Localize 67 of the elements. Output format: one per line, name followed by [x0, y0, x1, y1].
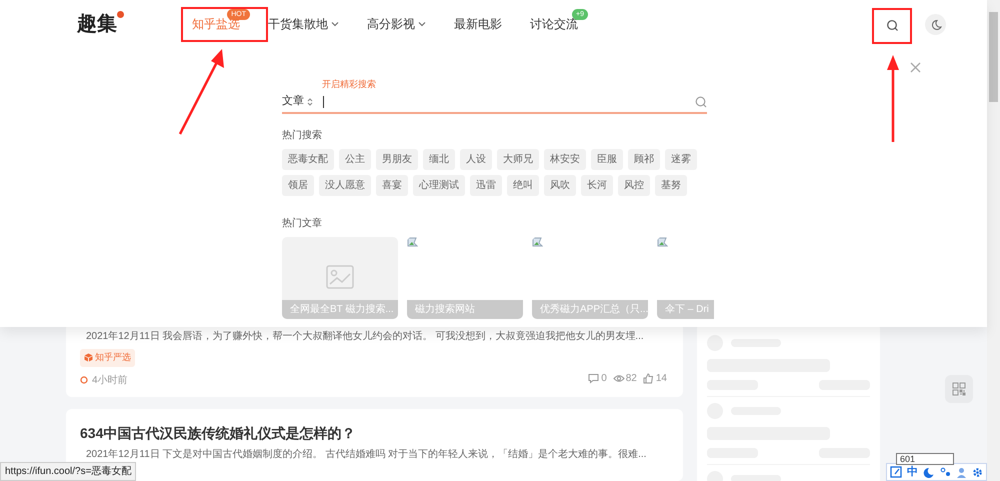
- search-tag[interactable]: 没人愿意: [319, 174, 371, 196]
- nav-link[interactable]: 高分影视: [359, 12, 434, 36]
- search-tag[interactable]: 迷雾: [665, 148, 697, 170]
- search-tag[interactable]: 长河: [581, 174, 613, 196]
- scope-select[interactable]: 文章: [282, 93, 317, 110]
- search-tag[interactable]: 公主: [339, 148, 371, 170]
- scrollbar[interactable]: [987, 0, 1000, 481]
- search-tag[interactable]: 顾祁: [628, 148, 660, 170]
- search-tag[interactable]: 大师兄: [497, 148, 539, 170]
- tooltip: 601: [896, 453, 954, 465]
- scrollbar-thumb[interactable]: [989, 12, 998, 102]
- field-label: 开启精彩搜索: [322, 78, 377, 91]
- search-tag[interactable]: 臣服: [591, 148, 623, 170]
- settings-icon[interactable]: [972, 466, 984, 478]
- user-icon[interactable]: [956, 466, 967, 478]
- post-title[interactable]: 634中国古代汉民族传统婚礼仪式是怎样的？: [80, 423, 667, 444]
- status-url: https://ifun.cool/?s=恶毒女配: [0, 462, 136, 481]
- post-excerpt: 2021年12月11日 我会唇语，为了赚外快，帮一个大叔翻译他女儿约会的对话。 可我没想到，大叔竟强迫我把他女儿的男友埋...: [85, 330, 645, 344]
- moon-icon: [930, 18, 942, 30]
- nav-link[interactable]: 干货集散地: [260, 12, 347, 36]
- pen-icon[interactable]: [890, 466, 902, 478]
- input-mode[interactable]: 中: [906, 464, 918, 480]
- search-tag[interactable]: 领居: [282, 174, 314, 196]
- circle-icon: [80, 376, 88, 384]
- search-button[interactable]: [884, 17, 900, 33]
- view-count: 82: [626, 372, 637, 386]
- close-icon: [910, 62, 920, 72]
- eye-icon: [612, 373, 625, 384]
- post-time: 4小时前: [92, 374, 128, 388]
- search-tag[interactable]: 绝叫: [507, 174, 539, 196]
- box-icon: [84, 353, 93, 362]
- search-field[interactable]: 文章: [282, 92, 707, 114]
- search-icon: [695, 96, 707, 108]
- search-tag[interactable]: 恶毒女配: [282, 148, 334, 170]
- search-tag[interactable]: 心理测试: [413, 174, 465, 196]
- search-tag[interactable]: 风吹: [544, 174, 576, 196]
- moon-icon[interactable]: [923, 466, 934, 478]
- search-tag[interactable]: 风控: [618, 174, 650, 196]
- section-title: 热门文章: [282, 216, 323, 230]
- search-tag[interactable]: 喜宴: [376, 174, 408, 196]
- broken-image-icon: [532, 236, 543, 248]
- search-icon: [886, 19, 898, 31]
- search-tag[interactable]: 人设: [460, 148, 492, 170]
- comment-icon: [588, 373, 600, 384]
- broken-image-icon: [657, 236, 668, 248]
- image-placeholder-icon: [326, 264, 354, 288]
- broken-image-icon: [407, 236, 418, 248]
- search-tag[interactable]: 基努: [655, 174, 687, 196]
- highlight-box: [872, 8, 912, 44]
- comment-count: 0: [601, 372, 607, 386]
- nav-link[interactable]: 最新电影: [446, 12, 510, 36]
- text-cursor: [323, 96, 324, 108]
- punctuation-icon[interactable]: [940, 466, 951, 478]
- site-logo[interactable]: 趣集: [77, 8, 124, 40]
- post-excerpt: 2021年12月11日 下文是对中国古代婚姻制度的介绍。 古代结婚难吗 对于当下的年轻人来说，「结婚」是个老大难的事。很难...: [85, 448, 648, 462]
- section-title: 热门搜索: [282, 128, 323, 142]
- search-tag[interactable]: 林安安: [544, 148, 586, 170]
- theme-toggle-button[interactable]: [925, 14, 946, 35]
- qr-code-button[interactable]: [945, 375, 973, 403]
- qr-code-icon: [952, 382, 966, 396]
- category-tag[interactable]: 知乎严选: [80, 349, 135, 366]
- search-tag[interactable]: 男朋友: [376, 148, 418, 170]
- search-tag[interactable]: 缅北: [423, 148, 455, 170]
- search-tag[interactable]: 迅雷: [470, 174, 502, 196]
- thumbs-up-icon: [642, 373, 655, 384]
- like-count: 14: [656, 372, 667, 386]
- sort-icon: [307, 98, 313, 106]
